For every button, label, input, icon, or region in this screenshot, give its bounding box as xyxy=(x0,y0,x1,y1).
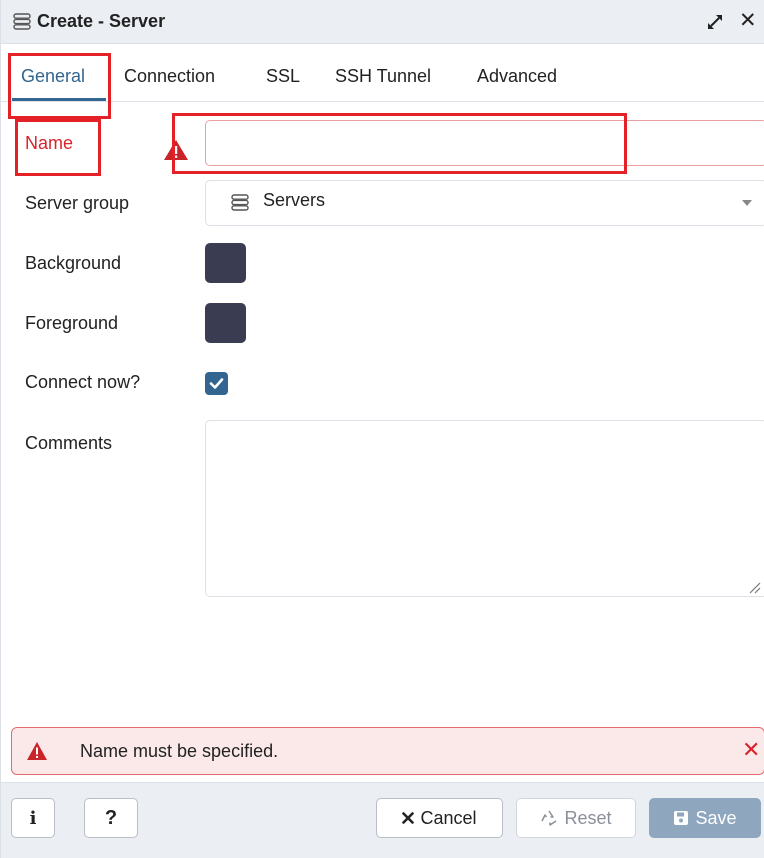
close-icon[interactable]: ✕ xyxy=(739,9,757,33)
resize-grip-icon[interactable] xyxy=(747,580,761,594)
server-group-label: Server group xyxy=(25,193,130,213)
server-icon xyxy=(13,13,31,30)
recycle-icon xyxy=(540,809,558,827)
tab-ssl[interactable]: SSL xyxy=(266,66,300,87)
foreground-color-picker[interactable] xyxy=(205,303,246,343)
reset-label: Reset xyxy=(564,807,612,828)
save-button[interactable]: Save xyxy=(649,798,761,838)
cancel-button[interactable]: Cancel xyxy=(376,798,503,838)
close-icon xyxy=(402,812,415,824)
name-label: Name xyxy=(25,133,74,153)
error-message: Name must be specified. xyxy=(80,741,279,761)
tab-general[interactable]: General xyxy=(21,66,85,87)
create-server-dialog: Create - Server ✕ General Connection SSL… xyxy=(0,0,764,858)
info-button[interactable]: i xyxy=(11,798,55,838)
chevron-down-icon[interactable] xyxy=(742,200,752,206)
dialog-titlebar[interactable]: Create - Server ✕ xyxy=(1,0,764,44)
background-color-picker[interactable] xyxy=(205,243,246,283)
connect-now-checkbox[interactable] xyxy=(205,372,228,395)
comments-label: Comments xyxy=(25,433,113,453)
active-tab-indicator xyxy=(12,98,106,101)
save-label: Save xyxy=(695,807,737,828)
expand-icon[interactable] xyxy=(705,12,725,32)
background-label: Background xyxy=(25,253,122,273)
check-icon xyxy=(209,378,224,389)
tab-advanced[interactable]: Advanced xyxy=(477,66,557,87)
server-icon xyxy=(231,194,249,211)
help-button[interactable]: ? xyxy=(84,798,138,838)
foreground-label: Foreground xyxy=(25,313,119,333)
name-input[interactable] xyxy=(205,120,764,166)
dialog-footer: i ? Cancel Reset Save xyxy=(1,782,764,858)
info-icon: i xyxy=(29,807,37,829)
reset-button[interactable]: Reset xyxy=(516,798,636,838)
tab-bar: General Connection SSL SSH Tunnel Advanc… xyxy=(1,46,764,102)
cancel-label: Cancel xyxy=(420,807,477,828)
warning-icon xyxy=(27,742,47,760)
connect-now-label: Connect now? xyxy=(25,372,141,392)
server-group-value: Servers xyxy=(263,190,326,210)
tab-ssh-tunnel[interactable]: SSH Tunnel xyxy=(335,66,431,87)
error-alert: Name must be specified. ✕ xyxy=(11,727,764,775)
comments-textarea[interactable] xyxy=(205,420,764,597)
close-icon[interactable]: ✕ xyxy=(742,738,760,762)
help-icon: ? xyxy=(104,806,118,829)
warning-icon xyxy=(164,140,188,160)
floppy-disk-icon xyxy=(673,810,689,826)
dialog-title: Create - Server xyxy=(37,11,166,31)
tab-connection[interactable]: Connection xyxy=(124,66,215,87)
